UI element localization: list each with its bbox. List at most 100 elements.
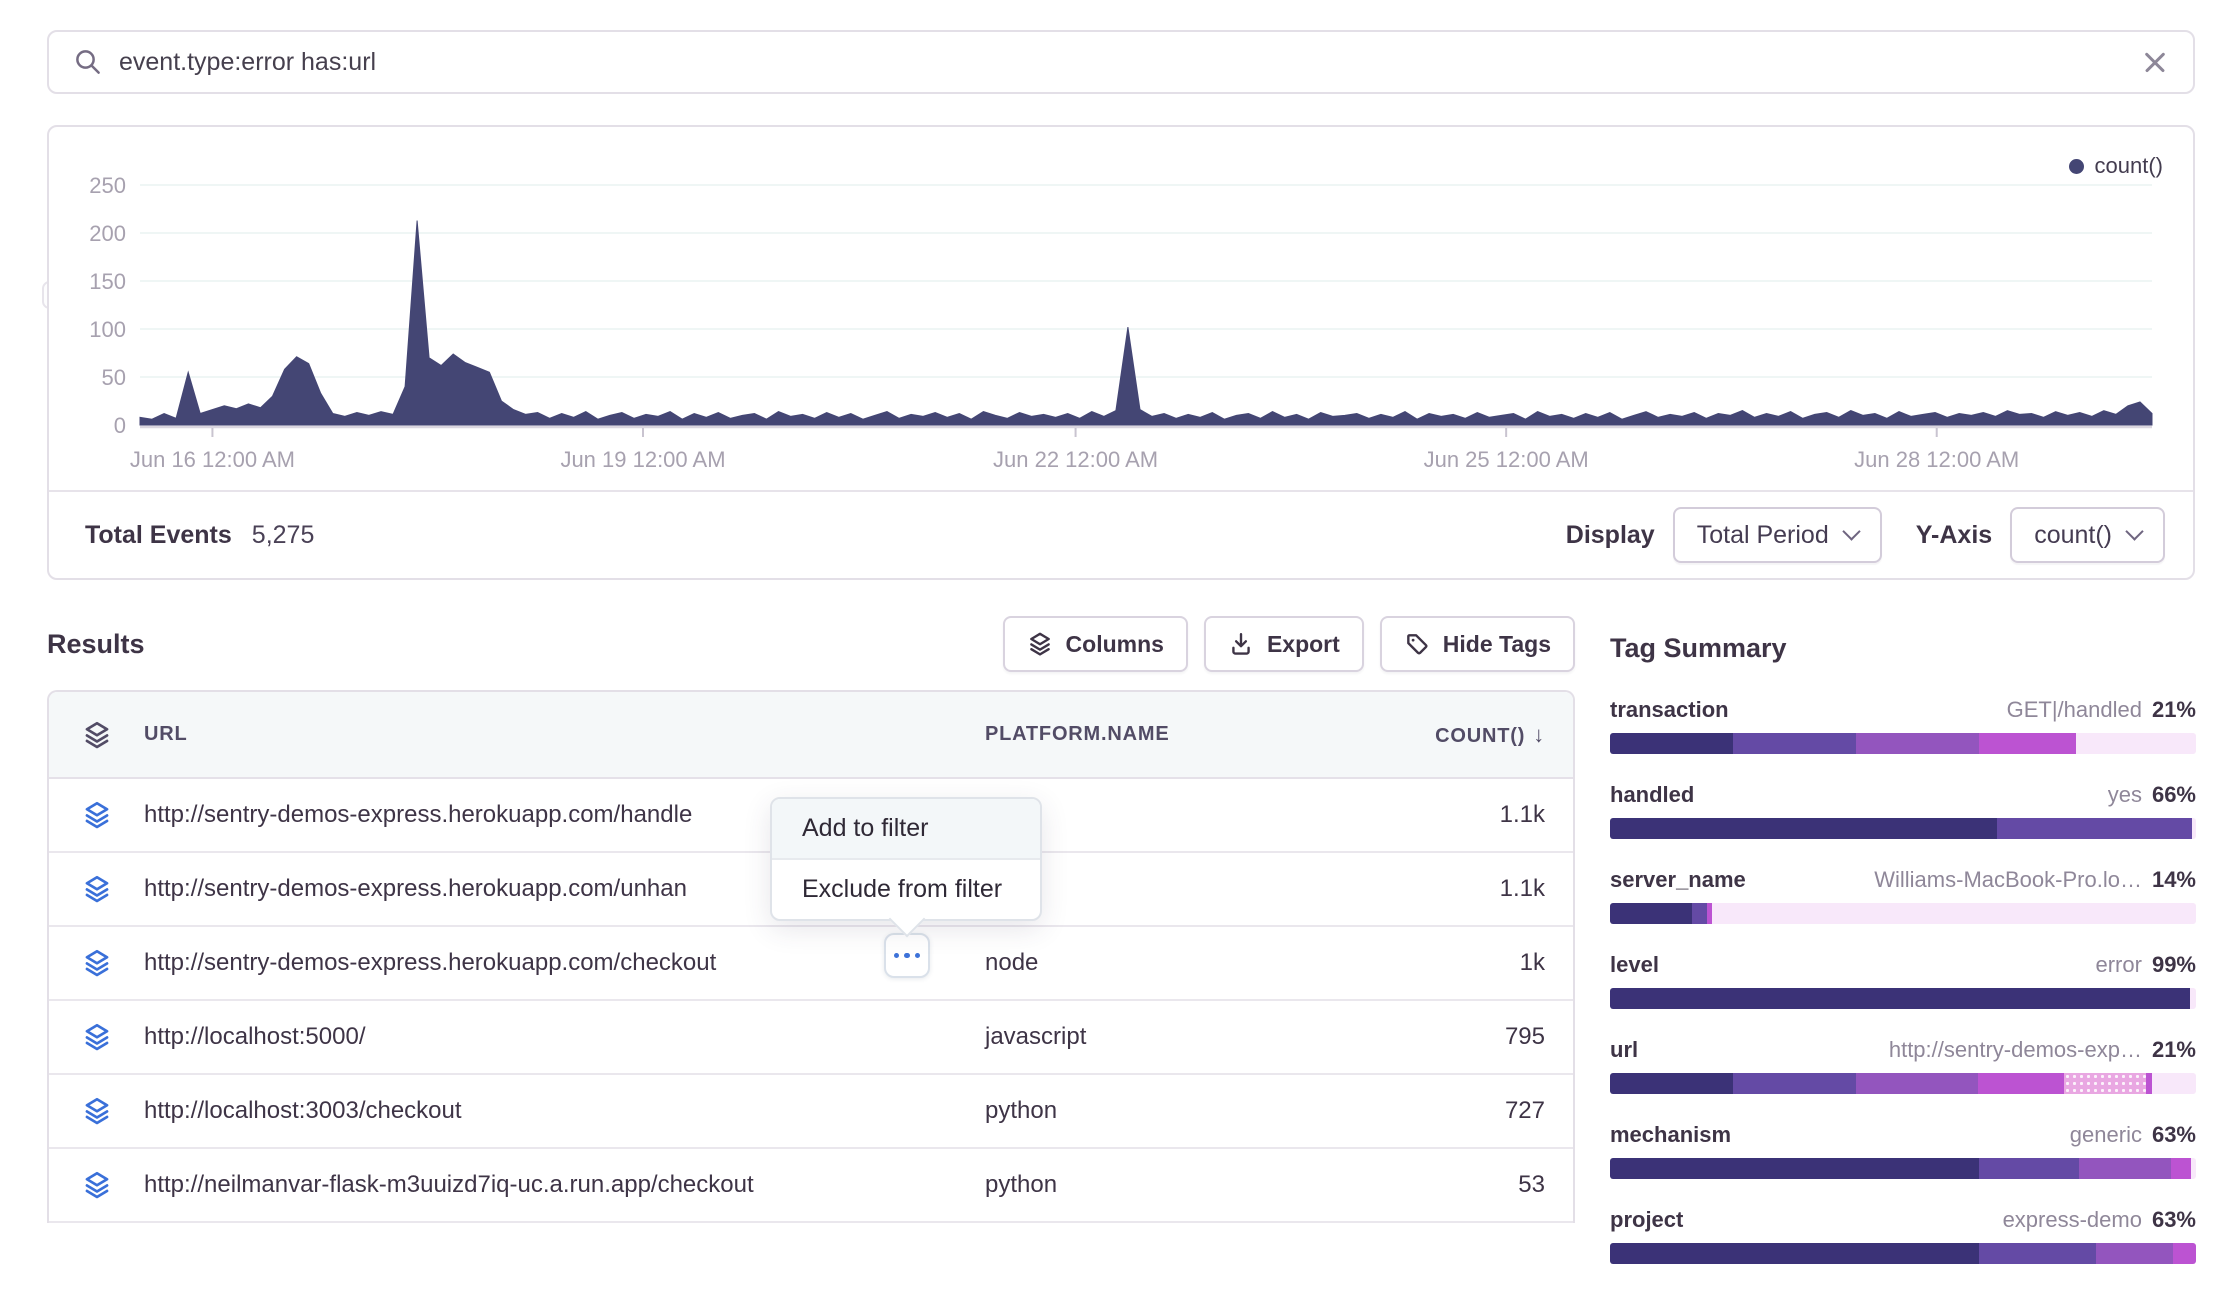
bar-segment <box>1978 1073 2064 1094</box>
svg-text:200: 200 <box>89 221 126 246</box>
bar-segment <box>1610 1243 1979 1264</box>
stack-header-icon[interactable] <box>49 720 144 750</box>
stack-row-icon <box>82 1022 112 1052</box>
tag-distribution-bar[interactable] <box>1610 733 2196 754</box>
tag-distribution-bar[interactable] <box>1610 1243 2196 1264</box>
tag-entry-mechanism: mechanism generic 63% <box>1610 1121 2196 1179</box>
bar-segment <box>1733 1073 1856 1094</box>
tag-top-percent: 21% <box>2152 696 2196 723</box>
platform-cell: python <box>985 1171 1349 1199</box>
tag-summary-title: Tag Summary <box>1610 633 2196 664</box>
svg-text:Jun 25 12:00 AM: Jun 25 12:00 AM <box>1424 447 1589 472</box>
url-cell: http://localhost:5000/ <box>144 1023 985 1051</box>
tag-name: server_name <box>1610 866 1746 893</box>
legend-dot <box>2069 159 2084 174</box>
count-series-area <box>140 221 2152 426</box>
display-label: Display <box>1566 521 1655 550</box>
hide-tags-button-label: Hide Tags <box>1443 631 1551 658</box>
bar-segment <box>1733 733 1856 754</box>
clear-search-button[interactable] <box>2141 48 2169 76</box>
columns-button-label: Columns <box>1066 631 1164 658</box>
tag-top-value: GET|/handled <box>2007 696 2142 723</box>
export-button-label: Export <box>1267 631 1340 658</box>
bar-segment <box>2191 1158 2196 1179</box>
bar-segment <box>1610 1158 1979 1179</box>
bar-segment <box>1610 733 1733 754</box>
column-header-platform[interactable]: PLATFORM.NAME <box>985 723 1349 746</box>
column-header-count[interactable]: COUNT()↓ <box>1349 722 1573 748</box>
stack-row-icon <box>82 874 112 904</box>
bar-segment <box>1979 1158 2079 1179</box>
bar-segment <box>1979 733 2076 754</box>
tag-top-value: generic <box>2070 1121 2142 1148</box>
svg-text:Jun 28 12:00 AM: Jun 28 12:00 AM <box>1854 447 2019 472</box>
hide-tags-button[interactable]: Hide Tags <box>1380 616 1575 672</box>
bar-segment <box>1979 1243 2096 1264</box>
tag-top-value: Williams-MacBook-Pro.lo… <box>1874 866 2142 893</box>
tag-top-percent: 99% <box>2152 951 2196 978</box>
tag-summary-list: transaction GET|/handled 21% handledyes66% s… <box>1610 696 2196 1264</box>
tag-top-percent: 63% <box>2152 1121 2196 1148</box>
total-events-value: 5,275 <box>252 521 315 550</box>
export-button[interactable]: Export <box>1204 616 1364 672</box>
tag-entry-url: urlhttp://sentry-demos-exp…21% <box>1610 1036 2196 1094</box>
display-value: Total Period <box>1697 521 1829 550</box>
bar-segment <box>2190 988 2196 1009</box>
dot <box>904 953 910 959</box>
stack-row-icon <box>82 800 112 830</box>
display-select[interactable]: Total Period <box>1673 507 1882 563</box>
tag-top-value: yes <box>2108 781 2142 808</box>
svg-text:0: 0 <box>114 413 126 438</box>
tag-name: url <box>1610 1036 1638 1063</box>
table-row[interactable]: http://sentry-demos-express.herokuapp.co… <box>49 927 1573 1001</box>
count-cell: 1.1k <box>1349 875 1573 903</box>
events-chart-panel: 050100150200250Jun 16 12:00 AMJun 19 12:… <box>47 125 2195 580</box>
yaxis-label: Y-Axis <box>1916 521 1992 550</box>
url-cell: http://sentry-demos-express.herokuapp.co… <box>144 949 985 977</box>
search-icon <box>73 47 103 77</box>
tag-distribution-bar[interactable] <box>1610 818 2196 839</box>
count-cell: 1.1k <box>1349 801 1573 829</box>
yaxis-select[interactable]: count() <box>2010 507 2165 563</box>
bar-segment <box>1610 818 1997 839</box>
table-row[interactable]: http://localhost:3003/checkoutpython727 <box>49 1075 1573 1149</box>
search-input[interactable]: event.type:error has:url <box>47 30 2195 94</box>
table-row[interactable]: http://localhost:5000/javascript795 <box>49 1001 1573 1075</box>
events-chart[interactable]: 050100150200250Jun 16 12:00 AMJun 19 12:… <box>49 127 2193 492</box>
tag-distribution-bar[interactable] <box>1610 903 2196 924</box>
menu-item-add-to-filter[interactable]: Add to filter <box>772 799 1040 860</box>
tag-name: transaction <box>1610 696 1729 723</box>
bar-segment <box>2096 1243 2172 1264</box>
yaxis-value: count() <box>2034 521 2112 550</box>
tag-name: mechanism <box>1610 1121 1731 1148</box>
row-actions-button[interactable] <box>884 933 930 978</box>
chevron-down-icon <box>2125 522 2143 540</box>
tag-entry-level: levelerror99% <box>1610 951 2196 1009</box>
bar-segment <box>1610 1073 1733 1094</box>
legend-label: count() <box>2095 153 2163 179</box>
platform-cell: python <box>985 1097 1349 1125</box>
table-header: URL PLATFORM.NAME COUNT()↓ <box>49 692 1573 779</box>
tag-summary: Tag Summary transaction GET|/handled 21% ha… <box>1610 633 2196 1291</box>
stack-row-icon <box>82 1096 112 1126</box>
chart-legend[interactable]: count() <box>2069 153 2163 179</box>
bar-segment <box>1692 903 1707 924</box>
bar-segment <box>1856 733 1979 754</box>
bar-segment <box>1997 818 2193 839</box>
bar-segment <box>2171 1158 2191 1179</box>
tag-distribution-bar[interactable] <box>1610 1158 2196 1179</box>
bar-segment <box>1712 903 2196 924</box>
table-row[interactable]: http://neilmanvar-flask-m3uuizd7iq-uc.a.… <box>49 1149 1573 1223</box>
total-events-label: Total Events <box>85 521 232 550</box>
tag-distribution-bar[interactable] <box>1610 988 2196 1009</box>
svg-text:150: 150 <box>89 269 126 294</box>
tag-entry-handled: handledyes66% <box>1610 781 2196 839</box>
results-bar: Results Columns Export <box>47 615 1575 673</box>
count-cell: 727 <box>1349 1097 1573 1125</box>
tag-icon <box>1404 631 1430 657</box>
tag-top-value: express-demo <box>2003 1206 2142 1233</box>
chart-x-axis: Jun 16 12:00 AMJun 19 12:00 AMJun 22 12:… <box>130 428 2019 472</box>
columns-button[interactable]: Columns <box>1003 616 1188 672</box>
tag-distribution-bar[interactable] <box>1610 1073 2196 1094</box>
column-header-url[interactable]: URL <box>144 723 985 746</box>
